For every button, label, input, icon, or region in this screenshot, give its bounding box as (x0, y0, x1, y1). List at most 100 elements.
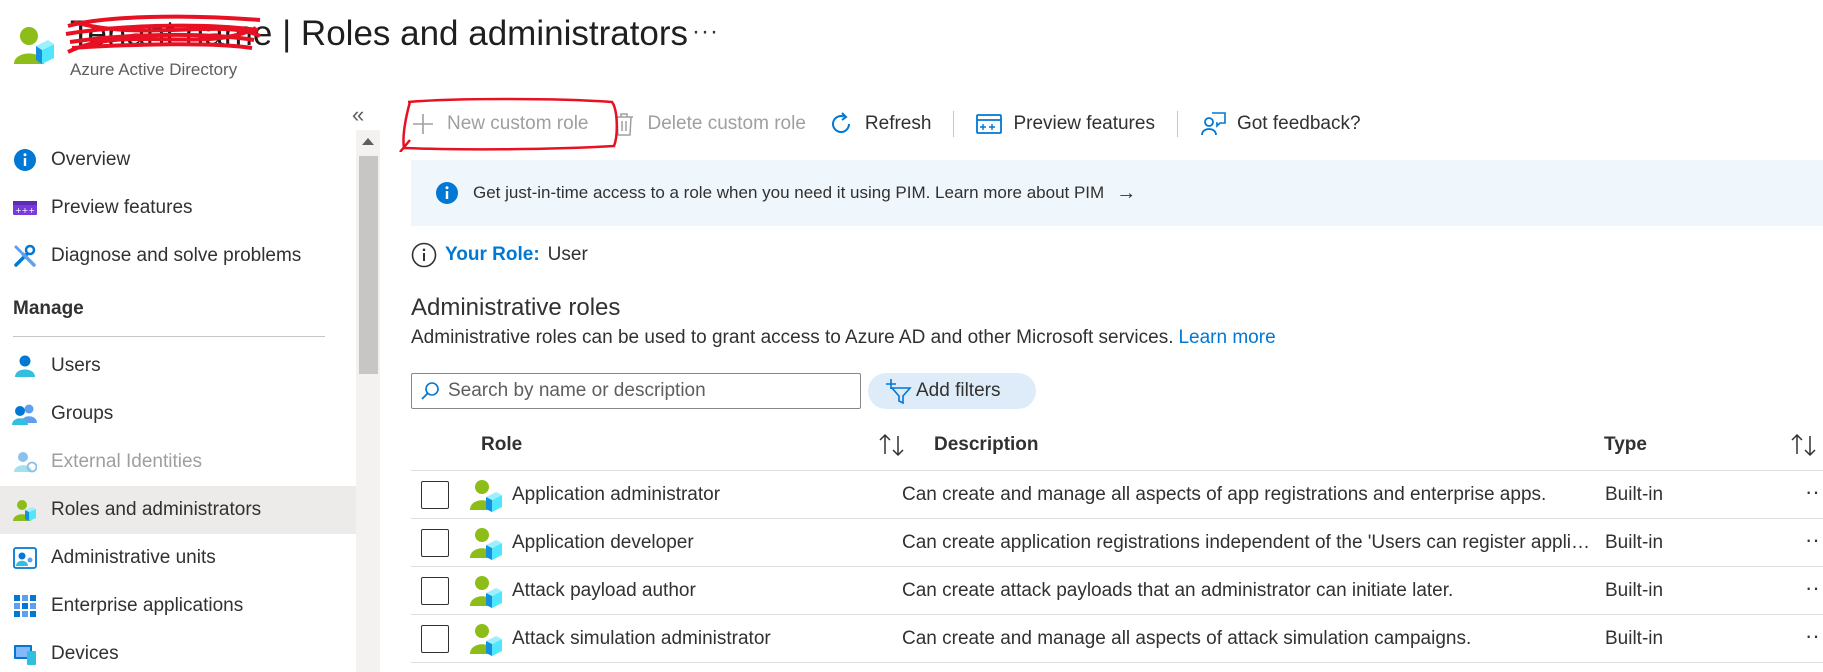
role-description: Can create application registrations ind… (902, 532, 1592, 553)
sidebar-item-diagnose[interactable]: Diagnose and solve problems (0, 232, 356, 280)
preview-features-toolbar-icon (976, 111, 1003, 137)
info-icon (436, 182, 458, 204)
row-more-button[interactable]: ·· (1805, 623, 1820, 649)
scroll-up-arrow-icon[interactable] (362, 138, 374, 145)
sidebar-item-external-identities[interactable]: External Identities (0, 438, 356, 486)
role-type: Built-in (1605, 532, 1664, 553)
info-outline-icon (411, 242, 437, 268)
refresh-label: Refresh (864, 113, 932, 134)
row-more-button[interactable]: ·· (1805, 575, 1820, 601)
sidebar-item-overview[interactable]: Overview (0, 136, 356, 184)
table-row[interactable]: Application developer Can create applica… (411, 519, 1823, 567)
sidebar: Overview +++ Preview features Diagnose a… (0, 130, 356, 672)
sort-icon[interactable] (878, 432, 906, 458)
banner-text[interactable]: Get just-in-time access to a role when y… (473, 183, 1104, 203)
page-title: Tenant name | Roles and administrators (65, 14, 688, 54)
feedback-icon (1200, 111, 1226, 137)
new-custom-role-label: New custom role (447, 113, 589, 134)
toolbar-separator (1176, 111, 1178, 137)
table-row[interactable]: Attack simulation administrator Can crea… (411, 615, 1823, 663)
add-filters-button[interactable]: Add filters (868, 373, 1036, 409)
column-header-type[interactable]: Type (1604, 434, 1647, 456)
sidebar-item-label: Administrative units (51, 547, 216, 568)
filter-add-icon (886, 379, 912, 404)
new-custom-role-button[interactable]: New custom role (410, 104, 589, 144)
info-icon (12, 147, 38, 173)
page-subtitle: Azure Active Directory (70, 60, 238, 79)
sidebar-item-label: Preview features (51, 197, 193, 218)
learn-more-link[interactable]: Learn more (1178, 327, 1275, 348)
sidebar-item-users[interactable]: Users (0, 342, 356, 390)
section-title: Administrative roles (411, 294, 621, 321)
row-more-button[interactable]: ·· (1805, 527, 1820, 553)
refresh-icon (828, 111, 854, 137)
groups-icon (12, 401, 38, 427)
sidebar-item-groups[interactable]: Groups (0, 390, 356, 438)
column-header-role[interactable]: Role (481, 434, 522, 456)
sidebar-item-label: External Identities (51, 451, 203, 472)
search-icon (421, 382, 439, 400)
roles-admin-app-icon (14, 27, 54, 64)
sidebar-item-enterprise-applications[interactable]: Enterprise applications (0, 582, 356, 630)
role-name[interactable]: Application developer (512, 532, 694, 554)
column-header-description[interactable]: Description (934, 434, 1039, 456)
preview-features-button[interactable]: Preview features (976, 104, 1155, 144)
role-name[interactable]: Attack payload author (512, 580, 696, 602)
sort-icon[interactable] (1790, 432, 1818, 458)
trash-icon (611, 111, 637, 137)
role-type: Built-in (1605, 484, 1664, 505)
roles-icon (12, 497, 38, 523)
redacted-tenant-name: Tenant name (65, 14, 272, 54)
sidebar-item-devices[interactable]: Devices (0, 630, 356, 672)
role-icon (470, 576, 502, 608)
more-options-button[interactable]: ··· (692, 18, 719, 46)
role-icon (470, 528, 502, 560)
sidebar-item-label: Devices (51, 643, 119, 664)
table-row[interactable]: Application administrator Can create and… (411, 471, 1823, 519)
search-input[interactable] (448, 380, 848, 402)
refresh-button[interactable]: Refresh (828, 104, 932, 144)
command-bar: New custom role Delete custom role Refre… (410, 104, 1383, 144)
preview-features-label: Preview features (1013, 113, 1155, 134)
sidebar-item-label: Roles and administrators (51, 499, 262, 520)
table-row[interactable]: Attack payload author Can create attack … (411, 567, 1823, 615)
sidebar-item-label: Groups (51, 403, 114, 424)
role-description: Can create attack payloads that an admin… (902, 580, 1454, 601)
your-role-label: Your Role: (445, 244, 540, 265)
row-more-button[interactable]: ·· (1805, 479, 1820, 505)
row-checkbox[interactable] (421, 625, 449, 653)
got-feedback-button[interactable]: Got feedback? (1200, 104, 1361, 144)
scrollbar-thumb[interactable] (359, 156, 378, 374)
delete-custom-role-button[interactable]: Delete custom role (611, 104, 806, 144)
preview-features-icon: +++ (12, 195, 38, 221)
sidebar-item-label: Users (51, 355, 101, 376)
got-feedback-label: Got feedback? (1236, 113, 1361, 134)
search-box[interactable] (411, 373, 861, 409)
sidebar-divider (13, 336, 325, 337)
role-name[interactable]: Application administrator (512, 484, 720, 506)
add-filters-label: Add filters (916, 380, 1001, 401)
pim-info-banner: Get just-in-time access to a role when y… (411, 160, 1823, 226)
wrench-icon (12, 243, 38, 269)
your-role-indicator: Your Role: User (411, 242, 588, 268)
arrow-right-icon[interactable]: → (1116, 182, 1136, 205)
role-name[interactable]: Attack simulation administrator (512, 628, 771, 650)
row-checkbox[interactable] (421, 577, 449, 605)
user-icon (12, 353, 38, 379)
external-identities-icon (12, 449, 38, 475)
title-separator: | (272, 14, 301, 53)
sidebar-item-preview-features[interactable]: +++ Preview features (0, 184, 356, 232)
sidebar-item-label: Enterprise applications (51, 595, 244, 616)
role-type: Built-in (1605, 580, 1664, 601)
section-description-text: Administrative roles can be used to gran… (411, 327, 1174, 348)
sidebar-item-roles-and-administrators[interactable]: Roles and administrators (0, 486, 356, 534)
collapse-sidebar-button[interactable]: « (352, 102, 364, 128)
row-checkbox[interactable] (421, 529, 449, 557)
sidebar-item-label: Overview (51, 149, 131, 170)
svg-text:+++: +++ (15, 206, 35, 215)
sidebar-item-administrative-units[interactable]: Administrative units (0, 534, 356, 582)
sidebar-item-label: Diagnose and solve problems (51, 245, 302, 266)
row-checkbox[interactable] (421, 481, 449, 509)
role-icon (470, 480, 502, 512)
toolbar-separator (953, 111, 955, 137)
